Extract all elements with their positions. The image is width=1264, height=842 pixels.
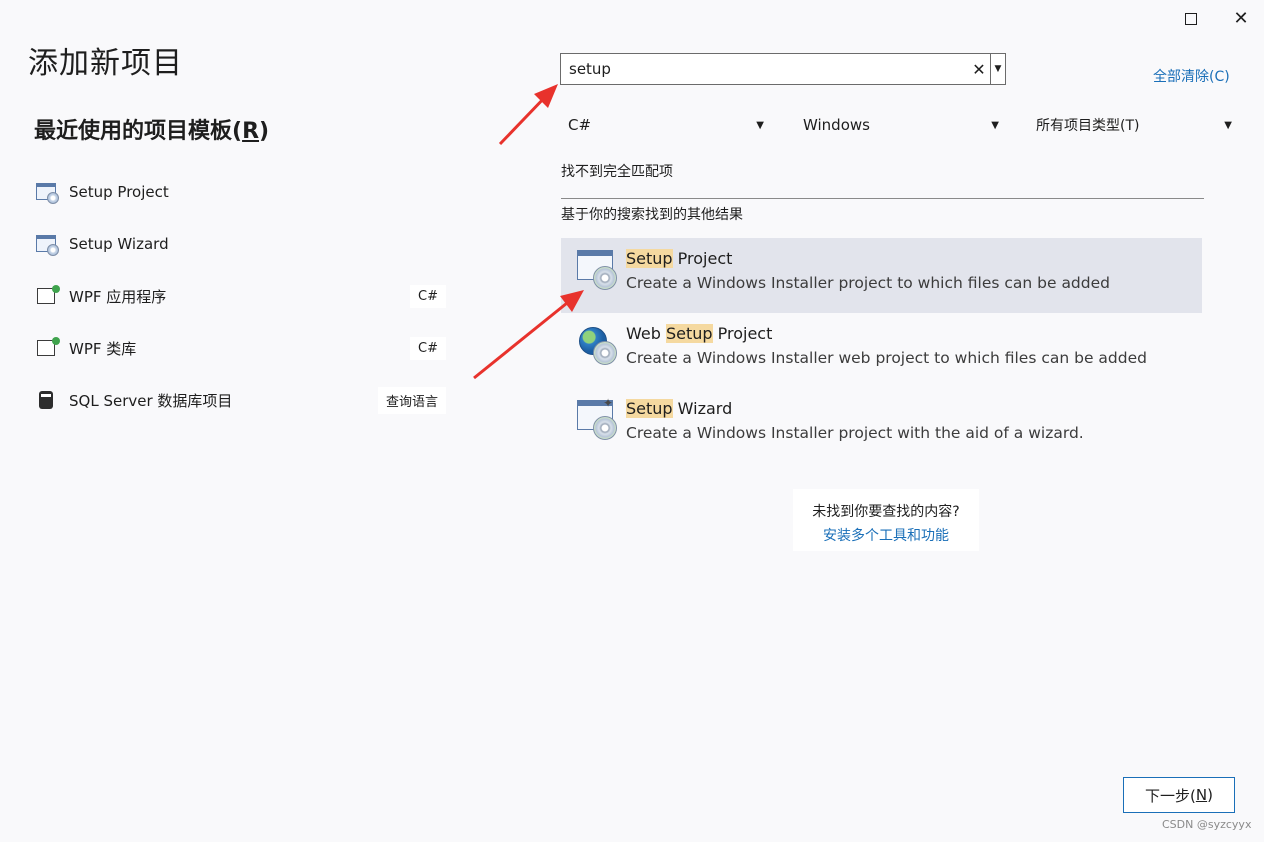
language-tag: C# [410, 336, 446, 360]
install-tools-link[interactable]: 安装多个工具和功能 [793, 525, 979, 545]
divider [561, 198, 1204, 199]
maximize-icon [1185, 13, 1197, 25]
wpf-library-icon [36, 337, 60, 359]
project-type-filter[interactable]: 所有项目类型(T) ▼ [1036, 112, 1232, 138]
template-result-setup-project[interactable]: Setup Project Create a Windows Installer… [561, 238, 1202, 313]
language-filter-value: C# [568, 116, 592, 134]
recent-item-setup-wizard[interactable]: Setup Wizard [36, 218, 446, 270]
template-description: Create a Windows Installer project with … [626, 424, 1084, 442]
watermark: CSDN @syzcyyx [1162, 818, 1252, 831]
recent-item-label: Setup Wizard [69, 235, 169, 253]
setup-wizard-icon: ✦ [577, 396, 617, 440]
recent-item-label: WPF 类库 [69, 339, 137, 358]
annotation-arrow-search [498, 84, 558, 146]
search-box: ✕ ▼ [560, 53, 1006, 85]
recent-item-setup-project[interactable]: Setup Project [36, 166, 446, 218]
platform-filter[interactable]: Windows ▼ [803, 112, 999, 138]
recent-item-wpf-library[interactable]: WPF 类库 C# [36, 322, 446, 374]
page-title: 添加新项目 [28, 46, 183, 81]
language-tag: 查询语言 [377, 386, 446, 414]
web-setup-project-icon [577, 325, 617, 365]
template-result-web-setup-project[interactable]: Web Setup Project Create a Windows Insta… [561, 313, 1202, 388]
other-results-heading: 基于你的搜索找到的其他结果 [561, 207, 743, 223]
platform-filter-value: Windows [803, 116, 870, 134]
recent-templates-list: Setup Project Setup Wizard WPF 应用程序 C# W… [36, 166, 446, 426]
maximize-button[interactable] [1168, 0, 1214, 38]
recent-item-label: WPF 应用程序 [69, 287, 167, 306]
database-icon [36, 389, 58, 411]
close-icon: ✕ [1233, 8, 1249, 29]
chevron-down-icon: ▼ [756, 119, 764, 131]
language-tag: C# [410, 284, 446, 308]
next-button[interactable]: 下一步(N) [1123, 777, 1235, 813]
recent-item-wpf-app[interactable]: WPF 应用程序 C# [36, 270, 446, 322]
language-filter[interactable]: C# ▼ [568, 112, 764, 138]
template-description: Create a Windows Installer project to wh… [626, 274, 1110, 292]
project-type-filter-value: 所有项目类型(T) [1036, 118, 1140, 134]
template-name: Web Setup Project [626, 324, 773, 343]
template-name: Setup Wizard [626, 399, 733, 418]
setup-project-icon [577, 250, 617, 290]
template-description: Create a Windows Installer web project t… [626, 349, 1147, 367]
search-history-dropdown-icon[interactable]: ▼ [991, 64, 1005, 74]
template-results-list: Setup Project Create a Windows Installer… [561, 238, 1202, 463]
template-result-setup-wizard[interactable]: ✦ Setup Wizard Create a Windows Installe… [561, 388, 1202, 463]
chevron-down-icon: ▼ [1224, 119, 1232, 131]
template-name: Setup Project [626, 249, 733, 268]
close-button[interactable]: ✕ [1218, 0, 1264, 38]
setup-wizard-icon [36, 233, 59, 256]
recent-templates-heading: 最近使用的项目模板(R) [34, 119, 270, 144]
recent-item-sql-server[interactable]: SQL Server 数据库项目 查询语言 [36, 374, 446, 426]
clear-all-link[interactable]: 全部清除(C) [1153, 66, 1230, 86]
no-match-message: 找不到完全匹配项 [561, 164, 673, 180]
help-question: 未找到你要查找的内容? [812, 504, 960, 520]
help-box: 未找到你要查找的内容? 安装多个工具和功能 [793, 489, 979, 551]
wpf-app-icon [36, 285, 60, 307]
chevron-down-icon: ▼ [991, 119, 999, 131]
clear-search-icon[interactable]: ✕ [968, 60, 990, 79]
setup-project-icon [36, 181, 59, 204]
recent-item-label: SQL Server 数据库项目 [69, 391, 233, 410]
search-input[interactable] [561, 54, 968, 84]
recent-item-label: Setup Project [69, 183, 169, 201]
